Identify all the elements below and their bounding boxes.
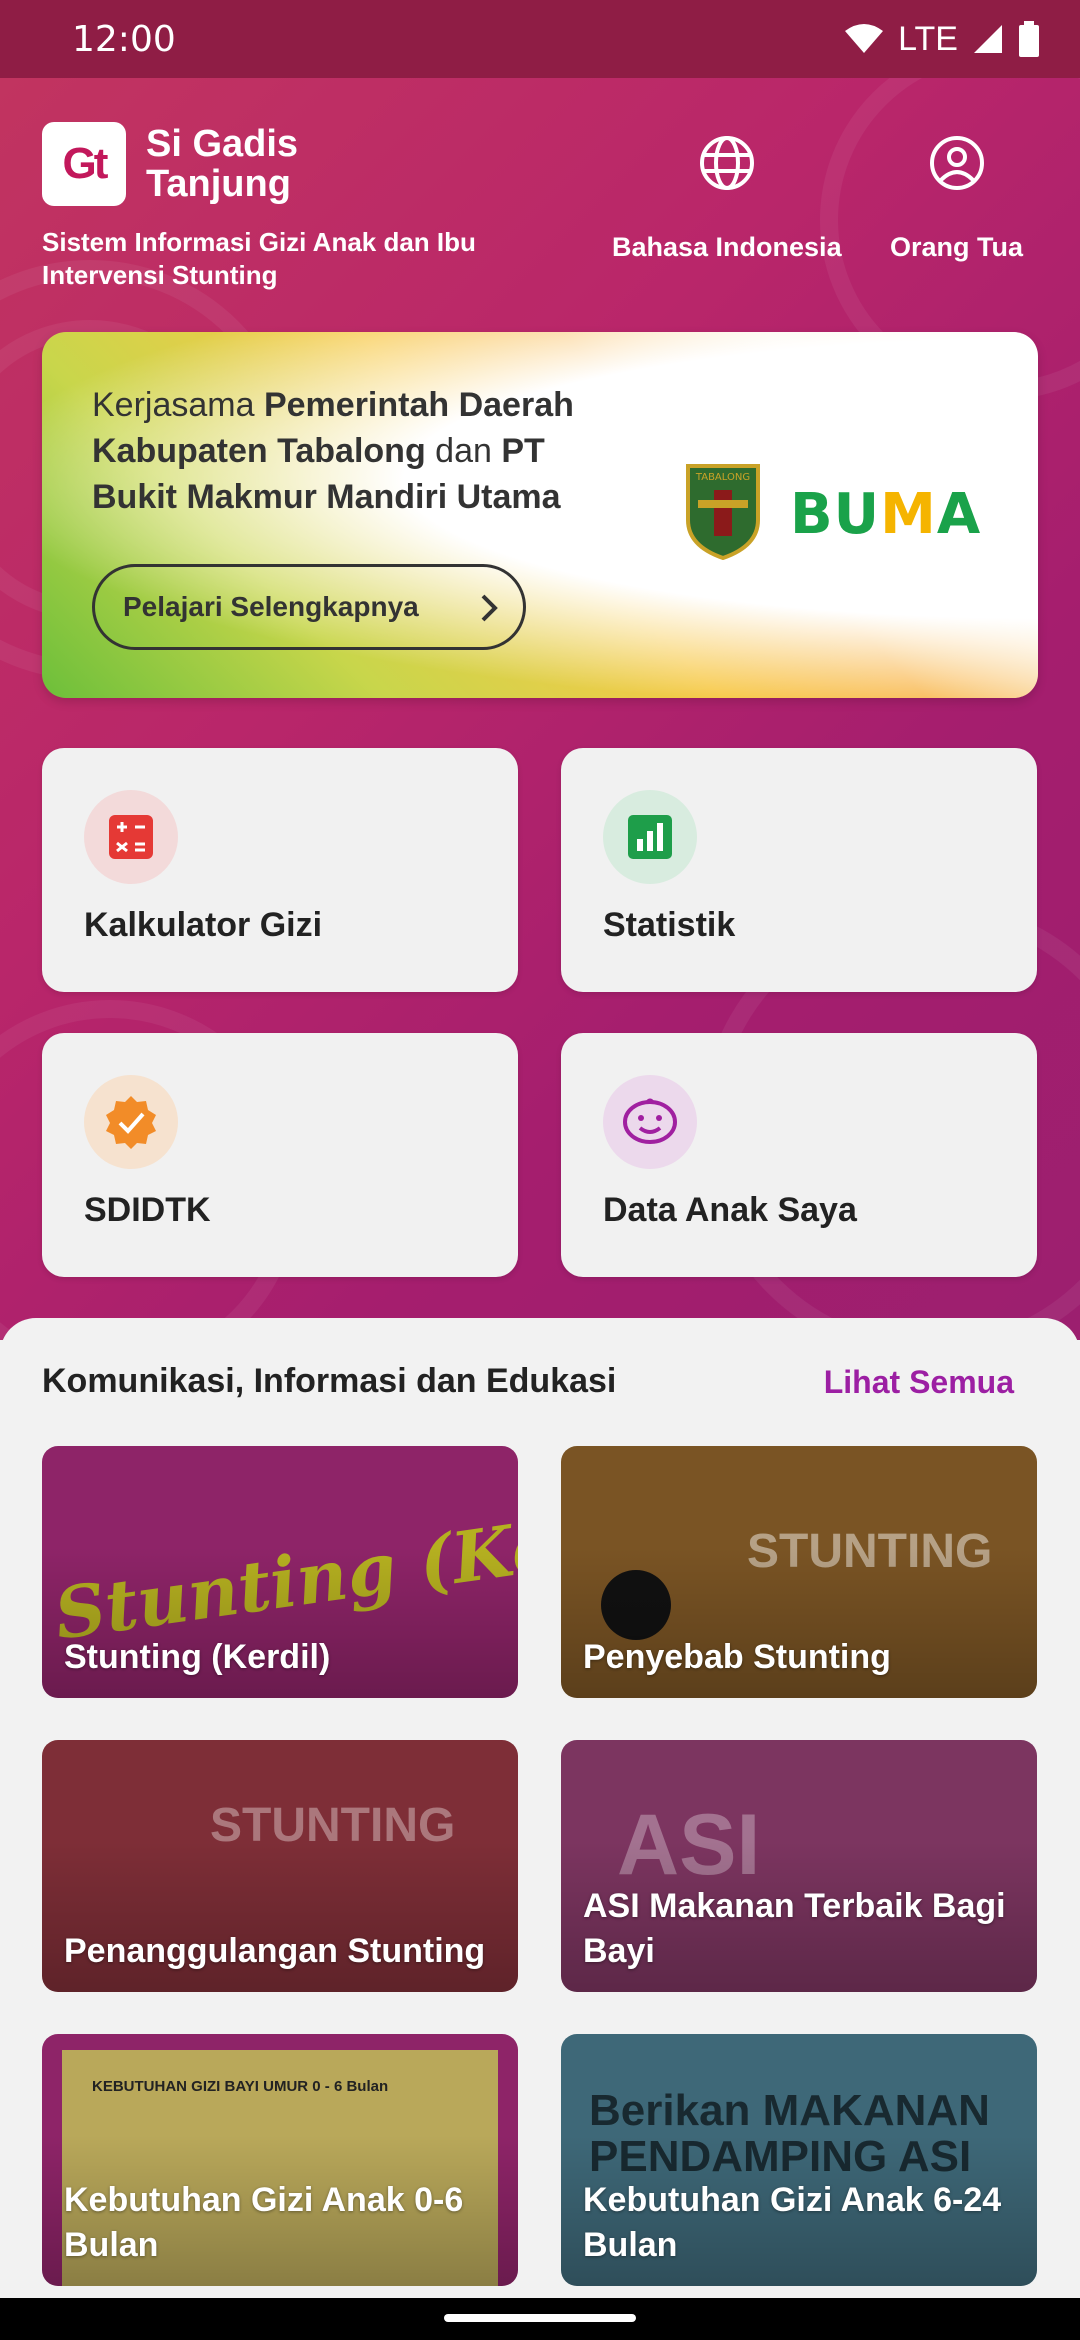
feature-data-anak-saya[interactable]: Data Anak Saya xyxy=(561,1033,1037,1277)
learn-more-label: Pelajari Selengkapnya xyxy=(123,591,419,622)
wifi-icon xyxy=(845,24,884,53)
baby-face-icon xyxy=(623,1098,677,1144)
status-bar: 12:00 LTE xyxy=(0,0,1080,78)
feature-label: SDIDTK xyxy=(84,1191,211,1229)
banner-text-part: PT xyxy=(501,432,545,470)
banner-text-part: dan xyxy=(425,432,502,470)
kie-card-asi-makanan-terbaik[interactable]: ASI ASI Makanan Terbaik Bagi Bayi xyxy=(561,1740,1037,1992)
feature-kalkulator-gizi[interactable]: Kalkulator Gizi xyxy=(42,748,518,992)
profile-label: Orang Tua xyxy=(890,232,1024,262)
feature-icon-bg xyxy=(603,790,697,884)
logo-text: Gt xyxy=(62,139,109,188)
tabalong-seal-logo: TABALONG xyxy=(686,464,760,560)
language-button[interactable]: Bahasa Indonesia xyxy=(612,134,842,263)
feature-label: Statistik xyxy=(603,906,736,944)
buma-logo-part: BU xyxy=(790,482,881,547)
chevron-right-icon xyxy=(481,594,498,622)
app-header: Gt Si Gadis Tanjung Sistem Informasi Giz… xyxy=(42,120,1042,300)
kie-card-title: Kebutuhan Gizi Anak 0-6 Bulan xyxy=(64,2181,464,2264)
signal-icon xyxy=(974,25,1002,53)
feature-icon-bg xyxy=(84,790,178,884)
partnership-banner[interactable]: Kerjasama Pemerintah Daerah Kabupaten Ta… xyxy=(42,332,1038,698)
network-label: LTE xyxy=(898,19,958,58)
language-label: Bahasa Indonesia xyxy=(612,232,842,262)
banner-text-part: Pemerintah Daerah xyxy=(263,386,574,424)
feature-icon-bg xyxy=(603,1075,697,1169)
verified-badge-icon xyxy=(106,1096,156,1149)
kie-card-kebutuhan-gizi-0-6[interactable]: KEBUTUHAN GIZI BAYI UMUR 0 - 6 Bulan Keb… xyxy=(42,2034,518,2286)
see-all-link[interactable]: Lihat Semua xyxy=(824,1364,1014,1401)
kie-section-title: Komunikasi, Informasi dan Edukasi xyxy=(42,1362,617,1400)
kie-card-title: Stunting (Kerdil) xyxy=(64,1638,331,1676)
feature-label: Kalkulator Gizi xyxy=(84,906,323,944)
feature-icon-bg xyxy=(84,1075,178,1169)
banner-text-part: Bukit Makmur Mandiri Utama xyxy=(92,478,561,516)
feature-label: Data Anak Saya xyxy=(603,1191,857,1229)
banner-text-part: Kabupaten Tabalong xyxy=(92,432,426,470)
app-subtitle: Sistem Informasi Gizi Anak dan Ibu Inter… xyxy=(42,227,476,290)
profile-button[interactable]: Orang Tua xyxy=(890,134,1023,263)
system-navigation-bar xyxy=(0,2298,1080,2340)
battery-icon xyxy=(1019,21,1039,57)
account-circle-icon xyxy=(929,136,984,190)
banner-text: Kerjasama Pemerintah Daerah Kabupaten Ta… xyxy=(92,382,652,520)
feature-statistik[interactable]: Statistik xyxy=(561,748,1037,992)
globe-icon xyxy=(699,136,754,190)
kie-card-stunting-kerdil[interactable]: Stunting (Kerdil) Stunting (Kerdil) xyxy=(42,1446,518,1698)
learn-more-button[interactable]: Pelajari Selengkapnya xyxy=(92,564,526,650)
feature-sdidtk[interactable]: SDIDTK xyxy=(42,1033,518,1277)
app-name: Si Gadis Tanjung xyxy=(146,123,299,205)
banner-text-part: Kerjasama xyxy=(92,386,264,424)
bar-chart-icon xyxy=(628,815,672,859)
kie-card-penanggulangan-stunting[interactable]: STUNTING Penanggulangan Stunting xyxy=(42,1740,518,1992)
calculator-icon xyxy=(109,815,153,859)
kie-card-kebutuhan-gizi-6-24[interactable]: Berikan MAKANAN PENDAMPING ASI Kebutuhan… xyxy=(561,2034,1037,2286)
home-gesture-handle[interactable] xyxy=(444,2314,636,2322)
buma-logo: BUMA xyxy=(790,482,981,547)
buma-logo-part: M xyxy=(880,482,937,547)
buma-logo-part: A xyxy=(936,482,982,547)
status-icons: LTE xyxy=(844,20,1040,59)
status-time: 12:00 xyxy=(72,18,176,60)
app-logo: Gt xyxy=(42,122,126,206)
seal-label: TABALONG xyxy=(695,472,750,483)
kie-card-title: Penyebab Stunting xyxy=(583,1638,891,1676)
kie-card-title: Kebutuhan Gizi Anak 6-24 Bulan xyxy=(583,2181,1002,2264)
kie-card-title: ASI Makanan Terbaik Bagi Bayi xyxy=(583,1887,1006,1970)
kie-card-penyebab-stunting[interactable]: STUNTING Penyebab Stunting xyxy=(561,1446,1037,1698)
kie-card-title: Penanggulangan Stunting xyxy=(64,1932,486,1970)
